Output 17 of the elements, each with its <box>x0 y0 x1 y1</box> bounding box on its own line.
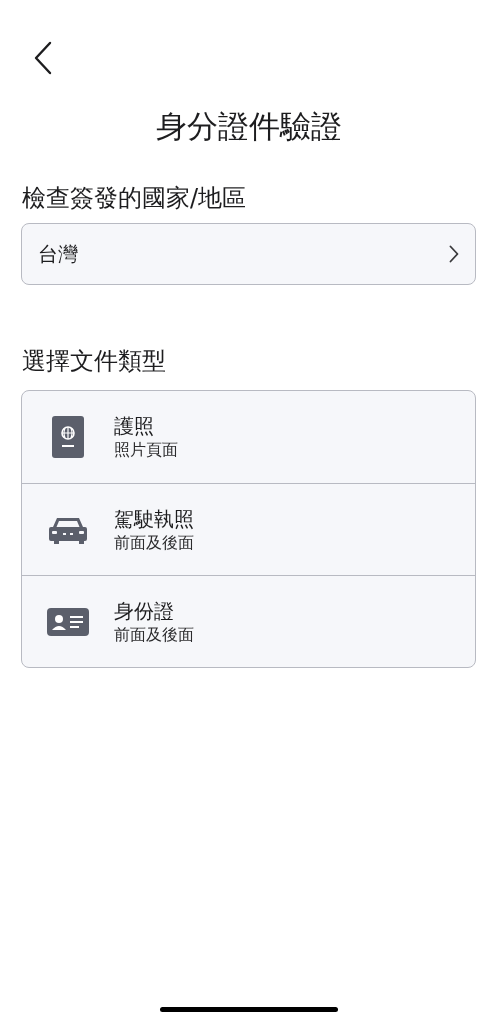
section-label: 選擇文件類型 <box>21 346 167 377</box>
document-option[interactable]: 身份證 前面及後面 <box>22 575 475 667</box>
option-subtitle: 照片頁面 <box>114 439 178 461</box>
country-selector[interactable]: 台灣 <box>21 223 476 285</box>
id-card-icon <box>47 607 89 636</box>
option-subtitle: 前面及後面 <box>114 531 194 554</box>
chevron-right-icon <box>449 245 459 263</box>
option-title: 駕駛執照 <box>114 505 194 532</box>
document-option[interactable]: 駕駛執照 前面及後面 <box>22 483 475 575</box>
option-subtitle: 前面及後面 <box>114 623 194 646</box>
section-label: 檢查簽發的國家/地區 <box>21 183 248 214</box>
document-option[interactable]: 護照 照片頁面 <box>22 391 475 483</box>
passport-icon <box>52 416 84 458</box>
option-title: 護照 <box>114 413 155 439</box>
page-title: 身分證件驗證 <box>154 107 343 146</box>
option-title: 身份證 <box>114 597 175 624</box>
chevron-left-icon <box>34 41 52 75</box>
